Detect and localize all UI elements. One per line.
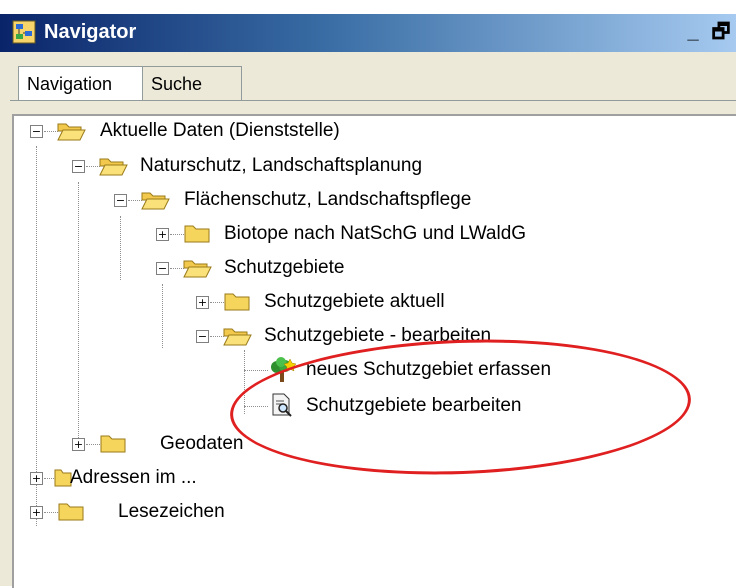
tab-divider — [10, 100, 736, 101]
tree-item-label[interactable]: Flächenschutz, Landschaftspflege — [184, 185, 471, 215]
navigator-app-icon — [12, 20, 36, 44]
window-title: Navigator — [44, 21, 137, 43]
tree-item-label[interactable]: Lesezeichen — [118, 497, 225, 527]
folder-icon — [100, 435, 126, 453]
tab-navigation[interactable]: Navigation — [18, 66, 146, 101]
tree-connector-line — [210, 302, 224, 303]
folder-icon — [58, 503, 84, 521]
tree-connector-line — [36, 146, 37, 526]
collapse-toggle[interactable]: − — [196, 330, 209, 343]
open-folder-icon — [99, 158, 128, 176]
tree-connector-line — [170, 234, 184, 235]
tree-connector-line — [86, 444, 100, 445]
tree-item-label[interactable]: Adressen im ... — [70, 463, 197, 493]
collapse-toggle[interactable]: − — [30, 125, 43, 138]
tree-connector-line — [162, 284, 163, 348]
expand-toggle[interactable]: + — [196, 296, 209, 309]
tree-item-label[interactable]: Naturschutz, Landschaftsplanung — [140, 151, 422, 181]
expand-toggle[interactable]: + — [30, 506, 43, 519]
tree-item-label[interactable]: Geodaten — [160, 429, 243, 459]
minimize-button[interactable]: _ — [680, 18, 706, 46]
folder-icon — [184, 225, 210, 243]
collapse-toggle[interactable]: − — [114, 194, 127, 207]
collapse-toggle[interactable]: − — [156, 262, 169, 275]
tree-item-label[interactable]: Schutzgebiete — [224, 253, 344, 283]
tree-connector-line — [244, 370, 268, 371]
tree-connector-line — [120, 216, 121, 280]
collapse-toggle[interactable]: − — [72, 160, 85, 173]
navigator-panel: Navigation Suche − Aktuelle Daten (Diens… — [0, 52, 736, 588]
tree-item-label[interactable]: Biotope nach NatSchG und LWaldG — [224, 219, 526, 249]
title-bar: Navigator _ 🗗 — [0, 14, 736, 52]
tab-suche[interactable]: Suche — [142, 66, 242, 101]
open-folder-icon — [57, 123, 86, 141]
restore-button[interactable]: 🗗 — [708, 18, 734, 46]
folder-icon — [224, 293, 250, 311]
tree-item-label[interactable]: Aktuelle Daten (Dienststelle) — [100, 116, 340, 146]
tree-item-label[interactable]: Schutzgebiete aktuell — [264, 287, 445, 317]
tree-connector-line — [44, 512, 58, 513]
open-folder-icon — [183, 260, 212, 278]
tree-connector-line — [78, 182, 79, 450]
open-folder-icon — [141, 192, 170, 210]
open-folder-icon — [223, 328, 252, 346]
expand-toggle[interactable]: + — [72, 438, 85, 451]
expand-toggle[interactable]: + — [30, 472, 43, 485]
expand-toggle[interactable]: + — [156, 228, 169, 241]
